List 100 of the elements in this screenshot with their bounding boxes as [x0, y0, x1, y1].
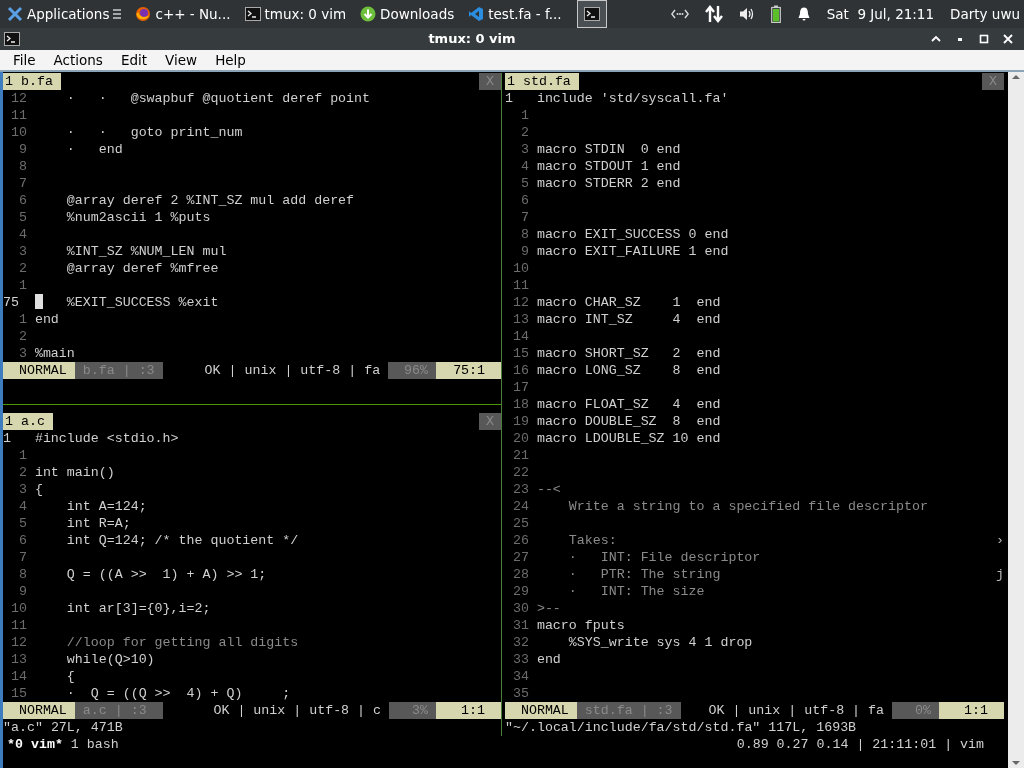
- line-number: 15: [511, 345, 530, 362]
- line-number: 3: [17, 481, 28, 498]
- line-number: 12: [9, 90, 28, 107]
- code-line: int main(): [34, 464, 115, 481]
- line-number: 5: [17, 209, 28, 226]
- network-icon[interactable]: [670, 8, 689, 20]
- buffer-tab[interactable]: 1 std.fa: [505, 73, 579, 90]
- line-number: 11: [9, 107, 28, 124]
- code-line: macro CHAR_SZ 1 end: [536, 294, 721, 311]
- overflow-mark: j: [996, 566, 1004, 583]
- bell-icon[interactable]: [796, 6, 811, 22]
- line-number: 18: [511, 396, 530, 413]
- volume-icon[interactable]: [738, 6, 755, 22]
- taskbar-item[interactable]: test.fa - f...: [461, 0, 569, 28]
- line-number: 10: [9, 600, 28, 617]
- file-info: OK | unix | utf-8 | fa: [204, 362, 381, 379]
- tmux-window[interactable]: 1 bash: [70, 736, 119, 753]
- cross-icon: [7, 6, 23, 22]
- download-icon: [360, 6, 377, 22]
- line-number: 24: [511, 498, 530, 515]
- menu-item[interactable]: Actions: [44, 49, 112, 71]
- line-number: 20: [511, 430, 530, 447]
- browser-icon: [135, 6, 152, 22]
- taskbar-item[interactable]: [576, 0, 607, 28]
- line-number: 7: [17, 175, 28, 192]
- file-info: OK | unix | utf-8 | fa: [708, 702, 885, 719]
- line-number: 11: [511, 277, 530, 294]
- line-number: 6: [519, 192, 530, 209]
- line-number: 3: [519, 141, 530, 158]
- menu-item[interactable]: Edit: [111, 49, 157, 71]
- window-title: tmux: 0 vim: [427, 30, 517, 49]
- code-line: while(Q>10): [65, 651, 155, 668]
- code-editor-icon: [468, 6, 485, 22]
- code-line: macro STDIN 0 end: [536, 141, 681, 158]
- line-number: 26: [511, 532, 530, 549]
- line-number: 31: [511, 617, 530, 634]
- line-number: 22: [511, 464, 530, 481]
- code-line: macro EXIT_SUCCESS 0 end: [536, 226, 729, 243]
- clock[interactable]: Sat 9 Jul, 21:11: [826, 3, 935, 25]
- line-number: 12: [9, 634, 28, 651]
- line-number: 32: [511, 634, 530, 651]
- code-line: @array deref %mfree: [65, 260, 219, 277]
- line-number: 10: [9, 124, 28, 141]
- scrollbar[interactable]: [1008, 72, 1024, 768]
- mode-indicator: NORMAL: [3, 702, 75, 719]
- code-line: int A=124;: [65, 498, 147, 515]
- line-number: 15: [9, 685, 28, 702]
- buffer-tab[interactable]: 1 b.fa: [3, 73, 61, 90]
- cursor-position: 1:1: [436, 702, 501, 719]
- transfer-icon[interactable]: [704, 5, 723, 23]
- taskbar-item[interactable]: c++ - Nu...: [128, 0, 238, 28]
- close-icon: [1002, 33, 1014, 45]
- taskbar-item[interactable]: Applications: [0, 0, 129, 28]
- line-number: 8: [17, 158, 28, 175]
- menu-icon: [113, 8, 122, 20]
- code-line: int R=A;: [65, 515, 131, 532]
- line-number: 28: [511, 566, 530, 583]
- user-name[interactable]: Darty uwu: [950, 3, 1020, 25]
- command-message: "~/.local/include/fa/std/std.fa" 117L, 1693B: [505, 720, 857, 735]
- line-number: 33: [511, 651, 530, 668]
- line-number: 11: [9, 617, 28, 634]
- code-line: #include <stdio.h>: [34, 430, 179, 447]
- line-number: 2: [519, 124, 530, 141]
- code-line: macro STDOUT 1 end: [536, 158, 681, 175]
- line-number: 14: [511, 328, 530, 345]
- code-line: macro FLOAT_SZ 4 end: [536, 396, 721, 413]
- code-line: Q = ((A >> 1) + A) >> 1;: [65, 566, 267, 583]
- comment-line: >--: [536, 600, 561, 617]
- code-line: macro DOUBLE_SZ 8 end: [536, 413, 721, 430]
- code-line: · · goto print_num: [65, 124, 243, 141]
- line-number: 8: [519, 226, 530, 243]
- line-number: 13: [511, 311, 530, 328]
- line-number: 16: [511, 362, 530, 379]
- terminal-icon: [4, 31, 20, 47]
- menu-item[interactable]: Help: [206, 49, 255, 71]
- code-line: @array deref 2 %INT_SZ mul add deref: [65, 192, 355, 209]
- menu-item[interactable]: File: [4, 49, 45, 71]
- mode-indicator: NORMAL: [3, 362, 75, 379]
- tmux-window[interactable]: *0 vim*: [7, 736, 63, 753]
- line-number: 9: [519, 243, 530, 260]
- line-number: 7: [519, 209, 530, 226]
- comment-line: --<: [536, 481, 561, 498]
- line-number: 7: [17, 549, 28, 566]
- battery-icon[interactable]: [770, 5, 781, 23]
- taskbar-item[interactable]: Downloads: [353, 0, 462, 28]
- code-line: {: [65, 668, 75, 685]
- taskbar-item[interactable]: tmux: 0 vim: [237, 0, 354, 28]
- line-number: 27: [511, 549, 530, 566]
- code-line: macro INT_SZ 4 end: [536, 311, 721, 328]
- line-number: 1: [505, 90, 514, 107]
- buffer-tab[interactable]: 1 a.c: [3, 413, 53, 430]
- line-number: 6: [17, 192, 28, 209]
- code-line: end: [536, 651, 561, 668]
- maximize-icon: [978, 33, 990, 45]
- line-number: 4: [17, 498, 28, 515]
- menu-item[interactable]: View: [156, 49, 207, 71]
- scroll-down-icon[interactable]: [1011, 758, 1021, 768]
- code-line: macro LDOUBLE_SZ 10 end: [536, 430, 721, 447]
- line-number: 4: [17, 226, 28, 243]
- line-number: 17: [511, 379, 530, 396]
